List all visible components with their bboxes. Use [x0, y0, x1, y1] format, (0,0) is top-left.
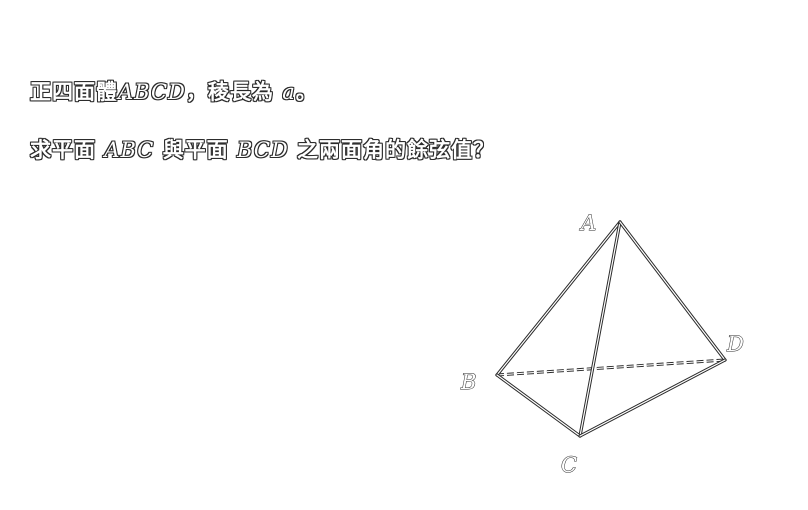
edge-ab — [495, 220, 622, 377]
vertex-label-b: B — [460, 370, 476, 394]
tetrahedron-figure: A B C D — [460, 211, 745, 478]
vertex-label-c: C — [561, 453, 577, 477]
edge-ac — [578, 220, 622, 438]
vertex-label-d: D — [726, 332, 744, 356]
edge-cd — [578, 358, 727, 438]
edge-ad — [618, 220, 727, 362]
vertex-label-a: A — [579, 211, 596, 235]
edge-bc — [495, 373, 582, 438]
hidden-edge-bd — [496, 358, 726, 377]
